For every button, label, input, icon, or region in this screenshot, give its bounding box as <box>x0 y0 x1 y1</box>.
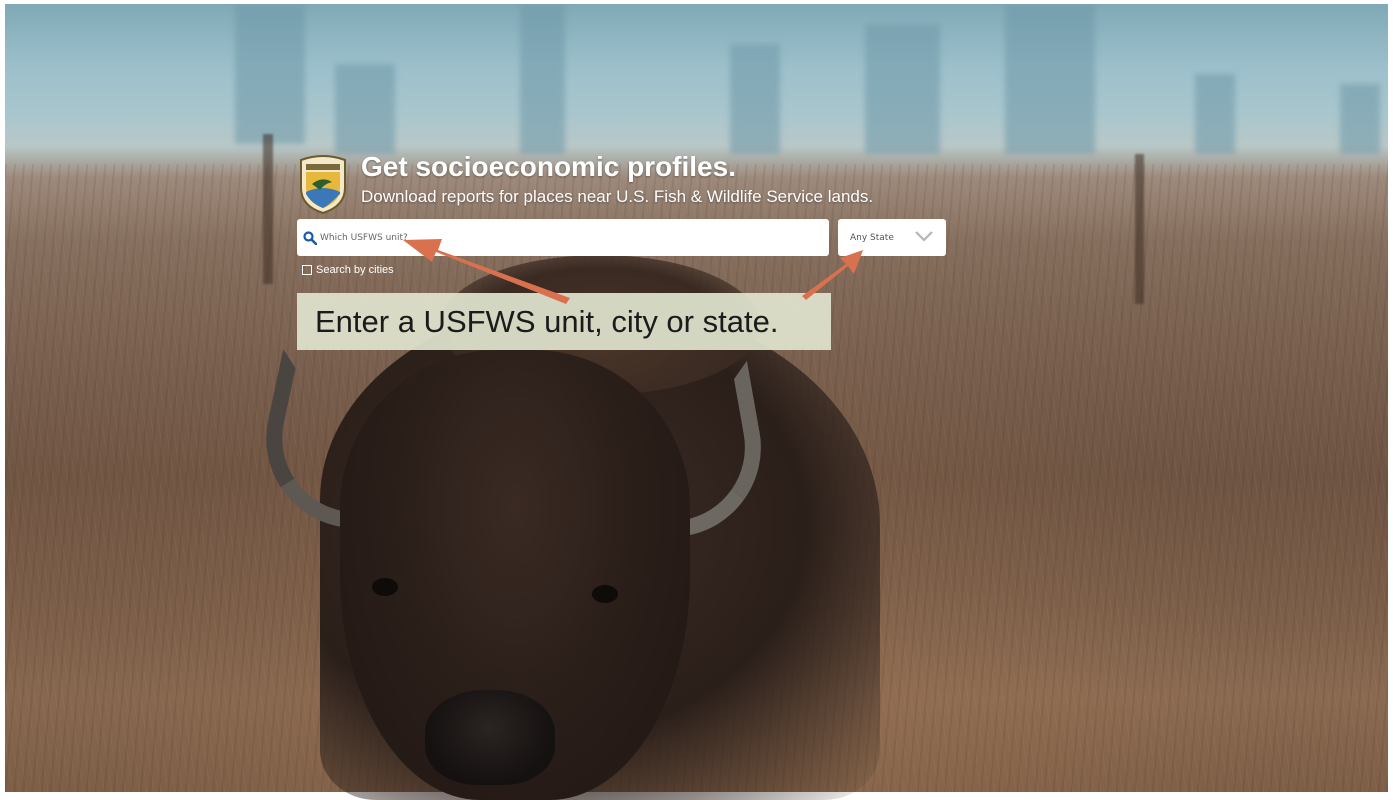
search-box[interactable] <box>297 219 829 256</box>
search-input[interactable] <box>320 222 800 253</box>
fence-post <box>1135 154 1144 304</box>
search-by-cities-option[interactable]: Search by cities <box>302 264 394 276</box>
state-select-value: Any State <box>850 232 894 243</box>
bison-eye <box>592 585 618 603</box>
search-by-cities-label: Search by cities <box>316 264 394 276</box>
fence-post <box>263 134 273 284</box>
skyline-building <box>865 24 940 154</box>
skyline-building <box>1195 74 1235 154</box>
instruction-callout: Enter a USFWS unit, city or state. <box>297 293 831 350</box>
bison-muzzle <box>425 690 555 785</box>
chevron-down-icon[interactable] <box>914 229 934 243</box>
state-select[interactable]: Any State <box>838 219 946 256</box>
instruction-text: Enter a USFWS unit, city or state. <box>315 303 779 339</box>
skyline-building <box>520 4 565 154</box>
usfws-shield-logo <box>300 155 346 214</box>
skyline-building <box>235 4 305 144</box>
search-icon <box>303 230 317 245</box>
skyline-building <box>1005 4 1095 154</box>
page-subtitle: Download reports for places near U.S. Fi… <box>361 187 874 206</box>
skyline-building <box>1340 84 1380 154</box>
page-title: Get socioeconomic profiles. <box>361 151 736 182</box>
search-by-cities-checkbox[interactable] <box>302 265 312 275</box>
skyline-building <box>335 64 395 154</box>
bison-eye <box>372 578 398 596</box>
skyline-building <box>730 44 780 154</box>
